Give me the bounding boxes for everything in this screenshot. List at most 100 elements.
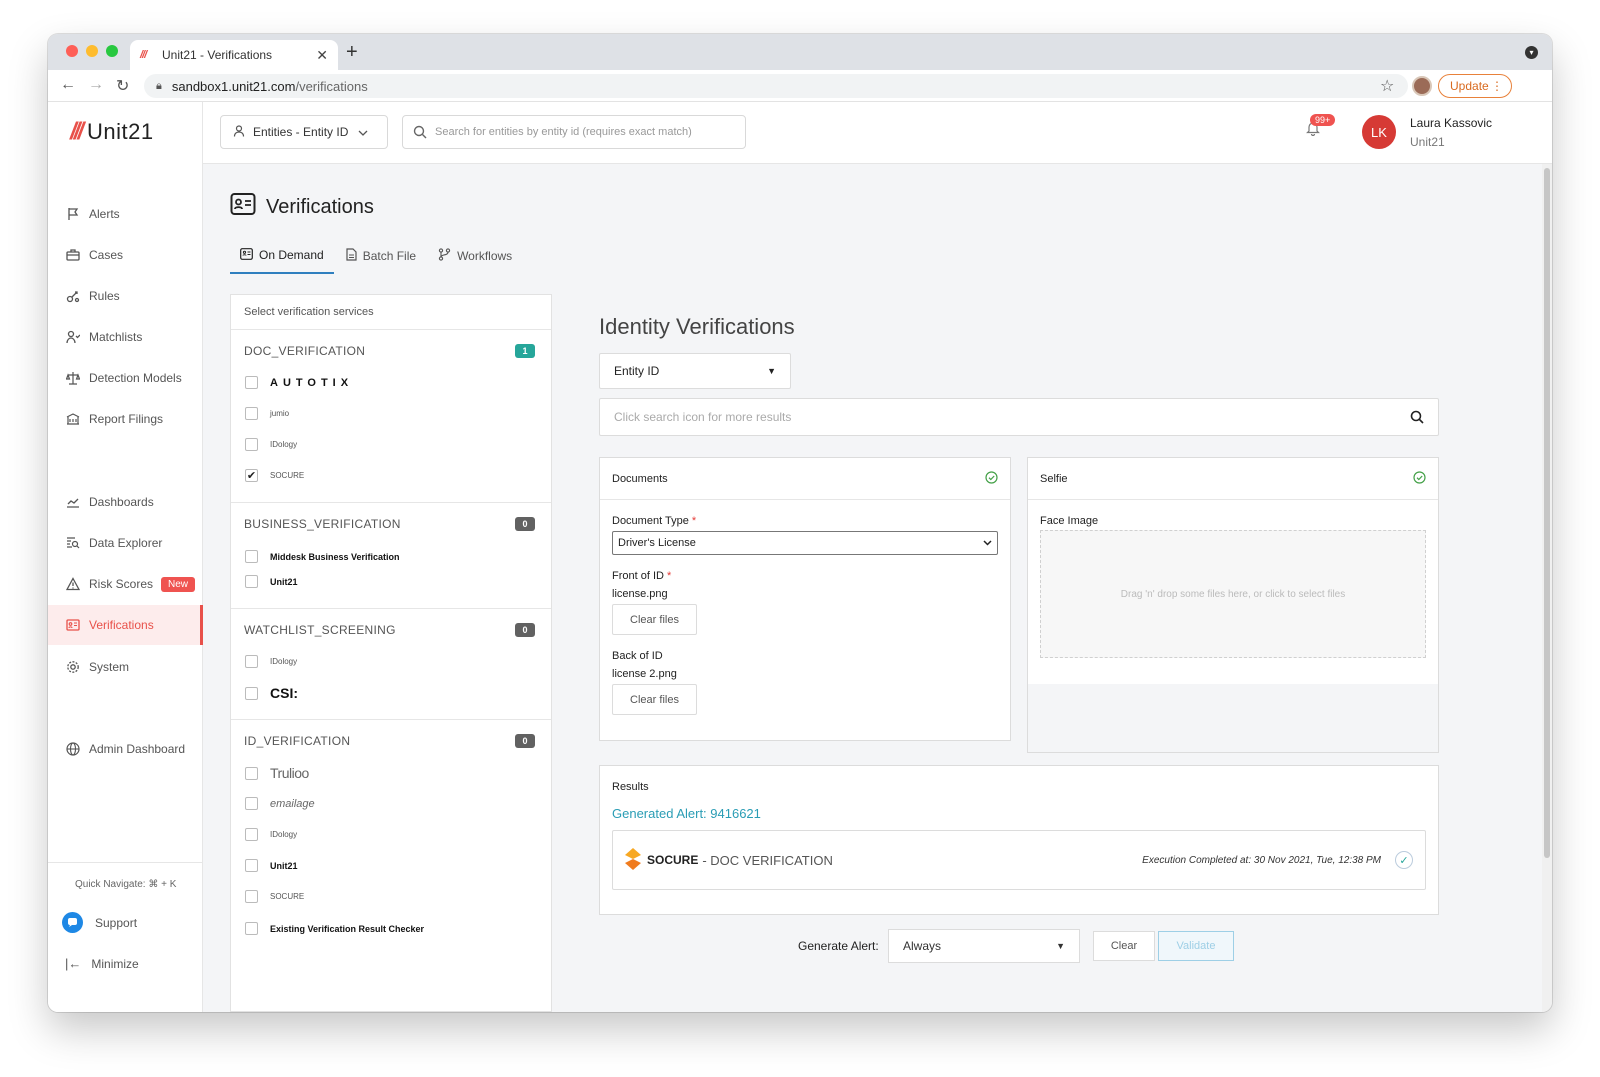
- service-option-emailage[interactable]: emailage: [245, 797, 315, 810]
- sidebar-item-alerts[interactable]: Alerts: [48, 194, 203, 234]
- selfie-title: Selfie: [1040, 472, 1068, 485]
- tab-batch-file[interactable]: Batch File: [336, 238, 426, 274]
- generated-alert-link[interactable]: Generated Alert: 9416621: [612, 806, 761, 821]
- id-card-icon: [65, 617, 81, 633]
- sidebar-item-system[interactable]: System: [48, 647, 203, 687]
- id-type-select[interactable]: Entity ID ▼: [599, 353, 791, 389]
- service-option-existing-result-checker[interactable]: Existing Verification Result Checker: [245, 922, 424, 935]
- document-type-select[interactable]: Driver's License: [612, 531, 998, 555]
- support-button[interactable]: Support: [62, 912, 137, 933]
- minimize-window-button[interactable]: [86, 45, 98, 57]
- reload-icon[interactable]: ↻: [116, 76, 129, 96]
- tab-search-icon[interactable]: ▾: [1525, 46, 1538, 59]
- checkbox-checked[interactable]: ✔: [245, 469, 258, 482]
- tab-on-demand[interactable]: On Demand: [230, 238, 334, 274]
- sidebar-item-detection-models[interactable]: Detection Models: [48, 358, 203, 398]
- global-search-input[interactable]: Search for entities by entity id (requir…: [402, 115, 746, 149]
- sidebar-item-label: Dashboards: [89, 495, 154, 509]
- back-arrow-icon[interactable]: ←: [60, 76, 76, 94]
- search-icon[interactable]: [1410, 410, 1424, 424]
- checkbox[interactable]: [245, 922, 258, 935]
- vendor-logo-unit21: Unit21: [270, 576, 298, 587]
- checkbox[interactable]: [245, 655, 258, 668]
- building-icon: [65, 411, 81, 427]
- sidebar-item-report-filings[interactable]: Report Filings: [48, 399, 203, 439]
- sidebar-item-label: Matchlists: [89, 330, 143, 344]
- sidebar-item-verifications[interactable]: Verifications: [48, 605, 203, 645]
- generate-alert-select[interactable]: Always ▼: [888, 929, 1080, 963]
- validate-button[interactable]: Validate: [1158, 931, 1234, 961]
- address-bar[interactable]: 🔒︎ sandbox1.unit21.com/verifications: [144, 74, 1408, 98]
- profile-avatar[interactable]: [1412, 76, 1432, 96]
- checkbox[interactable]: [245, 407, 258, 420]
- service-option-csi[interactable]: CSI:: [245, 685, 298, 701]
- service-option-socure[interactable]: ✔ SOCURE: [245, 469, 304, 482]
- scrollbar-thumb[interactable]: [1544, 168, 1550, 858]
- checkbox[interactable]: [245, 550, 258, 563]
- sidebar-item-label: Rules: [89, 289, 120, 303]
- entity-search-input[interactable]: Click search icon for more results: [599, 398, 1439, 436]
- zoom-window-button[interactable]: [106, 45, 118, 57]
- sidebar-item-risk-scores[interactable]: Risk Scores New: [48, 564, 203, 604]
- warning-icon: [65, 576, 81, 592]
- checkbox[interactable]: [245, 376, 258, 389]
- group-count-badge: 1: [515, 344, 535, 358]
- service-option-unit21[interactable]: Unit21: [245, 575, 298, 588]
- verification-services-panel: Select verification services DOC_VERIFIC…: [230, 294, 552, 1012]
- service-option-idology[interactable]: IDology: [245, 655, 297, 668]
- sidebar-item-admin-dashboard[interactable]: Admin Dashboard: [48, 729, 203, 769]
- result-vendor-name: SOCURE: [647, 853, 699, 867]
- user-avatar[interactable]: LK: [1362, 115, 1396, 149]
- entity-type-select[interactable]: Entities - Entity ID: [220, 115, 388, 149]
- checkbox[interactable]: [245, 438, 258, 451]
- service-option-unit21[interactable]: Unit21: [245, 859, 298, 872]
- sidebar-item-dashboards[interactable]: Dashboards: [48, 482, 203, 522]
- close-window-button[interactable]: [66, 45, 78, 57]
- service-option-middesk[interactable]: Middesk Business Verification: [245, 550, 400, 563]
- sidebar-item-rules[interactable]: Rules: [48, 276, 203, 316]
- clear-button[interactable]: Clear: [1093, 931, 1155, 961]
- vendor-logo-idology: IDology: [270, 440, 298, 449]
- service-option-socure[interactable]: SOCURE: [245, 890, 304, 903]
- flag-icon: [65, 206, 81, 222]
- group-title-id-verification: ID_VERIFICATION: [244, 734, 351, 748]
- service-option-trulioo[interactable]: Trulioo: [245, 765, 309, 781]
- close-tab-icon[interactable]: ✕: [316, 47, 328, 64]
- vendor-logo-jumio: jumio: [270, 409, 290, 418]
- face-image-dropzone[interactable]: Drag 'n' drop some files here, or click …: [1040, 530, 1426, 658]
- minimize-sidebar-button[interactable]: |← Minimize: [65, 956, 139, 971]
- page-scrollbar[interactable]: [1542, 164, 1552, 1012]
- tab-label: Batch File: [362, 249, 417, 263]
- browser-toolbar: ← → ↻ 🔒︎ sandbox1.unit21.com/verificatio…: [48, 70, 1552, 102]
- tab-workflows[interactable]: Workflows: [428, 238, 522, 274]
- checkbox[interactable]: [245, 575, 258, 588]
- sidebar-item-cases[interactable]: Cases: [48, 235, 203, 275]
- checkbox[interactable]: [245, 797, 258, 810]
- clear-back-files-button[interactable]: Clear files: [612, 684, 697, 715]
- group-count-badge: 0: [515, 734, 535, 748]
- service-option-jumio[interactable]: jumio: [245, 407, 289, 420]
- sidebar-item-label: Risk Scores: [89, 577, 154, 591]
- checkbox[interactable]: [245, 859, 258, 872]
- bookmark-star-icon[interactable]: ☆: [1380, 76, 1394, 96]
- checkbox[interactable]: [245, 890, 258, 903]
- checkbox[interactable]: [245, 686, 258, 700]
- clear-front-files-button[interactable]: Clear files: [612, 604, 697, 635]
- checkbox[interactable]: [245, 828, 258, 841]
- logo[interactable]: /// Unit21: [70, 118, 154, 146]
- new-badge: New: [161, 576, 196, 592]
- forward-arrow-icon[interactable]: →: [88, 76, 104, 94]
- new-tab-icon[interactable]: +: [346, 41, 358, 64]
- service-option-autotix[interactable]: AUTOTIX: [245, 376, 353, 389]
- sidebar-item-data-explorer[interactable]: Data Explorer: [48, 523, 203, 563]
- back-of-id-filename: license 2.png: [612, 668, 677, 680]
- result-row[interactable]: SOCURE - DOC VERIFICATION Execution Comp…: [612, 830, 1426, 890]
- checkbox[interactable]: [245, 766, 258, 780]
- browser-tab[interactable]: /// Unit21 - Verifications ✕: [130, 40, 338, 70]
- collapse-arrow-icon: |←: [65, 956, 82, 971]
- sidebar-item-matchlists[interactable]: Matchlists: [48, 317, 203, 357]
- service-option-idology[interactable]: IDology: [245, 828, 297, 841]
- result-vendor: SOCURE - DOC VERIFICATION: [625, 847, 833, 873]
- service-option-idology[interactable]: IDology: [245, 438, 297, 451]
- update-button[interactable]: Update ⋮: [1438, 74, 1512, 98]
